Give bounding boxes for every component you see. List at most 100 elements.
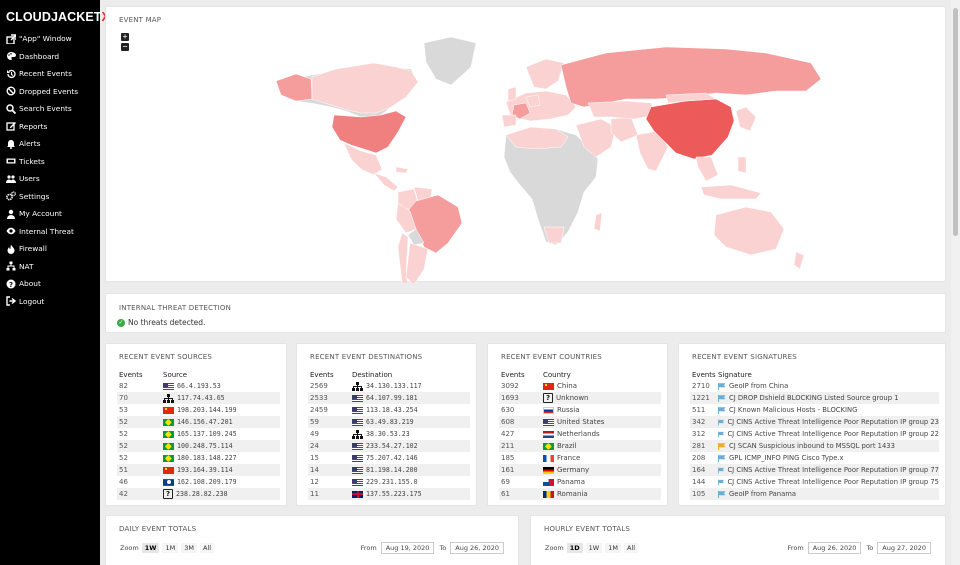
nav-item-alerts[interactable]: Alerts — [0, 135, 100, 153]
zoom-all-button[interactable]: All — [199, 543, 215, 553]
table-row[interactable]: 312 CJ CINS Active Threat Intelligence Po… — [690, 428, 939, 440]
table-row[interactable]: 630 Russia — [499, 404, 661, 416]
row-value[interactable]: 193.164.39.114 — [177, 466, 233, 474]
row-value[interactable]: 137.55.223.175 — [366, 490, 422, 498]
row-value[interactable]: Brazil — [557, 442, 577, 450]
row-value[interactable]: GeoIP from Panama — [729, 490, 796, 498]
alaska-region[interactable] — [275, 73, 313, 102]
zoom-1m-button[interactable]: 1M — [605, 543, 621, 553]
zoom-1w-button[interactable]: 1W — [141, 543, 160, 553]
row-value[interactable]: 113.18.43.254 — [366, 406, 418, 414]
table-row[interactable]: 59 63.49.83.219 — [308, 416, 470, 428]
table-row[interactable]: 342 CJ CINS Active Threat Intelligence Po… — [690, 416, 939, 428]
table-row[interactable]: 2569 34.130.133.117 — [308, 380, 470, 392]
nav-item-search-events[interactable]: Search Events — [0, 100, 100, 118]
page-scrollbar[interactable] — [951, 0, 960, 565]
row-value[interactable]: 146.156.47.201 — [177, 418, 233, 426]
table-row[interactable]: 511 CJ Known Malicious Hosts - BLOCKING — [690, 404, 939, 416]
table-row[interactable]: 52 180.183.148.227 — [117, 452, 280, 464]
nav-item-nat[interactable]: NAT — [0, 258, 100, 276]
row-value[interactable]: Panama — [557, 478, 585, 486]
nav-item-internal-threat[interactable]: Internal Threat — [0, 223, 100, 241]
southeast-asia-region[interactable] — [695, 156, 719, 182]
table-row[interactable]: 208 GPL ICMP_INFO PING Cisco Type.x — [690, 452, 939, 464]
nav-item-firewall[interactable]: Firewall — [0, 240, 100, 258]
row-value[interactable]: CJ SCAN Suspicious inbound to MSSQL port… — [729, 442, 895, 450]
row-value[interactable]: Russia — [557, 406, 580, 414]
nav-item-logout[interactable]: Logout — [0, 293, 100, 311]
central-america-region[interactable] — [373, 172, 399, 192]
argentina-region[interactable] — [405, 242, 429, 283]
table-row[interactable]: 52 165.137.109.245 — [117, 428, 280, 440]
caribbean-region[interactable] — [395, 166, 409, 174]
nav-item-app-window[interactable]: "App" Window — [0, 30, 100, 48]
indonesia-region[interactable] — [700, 184, 762, 200]
table-row[interactable]: 51 193.164.39.114 — [117, 464, 280, 476]
philippines-region[interactable] — [737, 156, 747, 174]
nav-item-tickets[interactable]: Tickets — [0, 153, 100, 171]
table-row[interactable]: 281 CJ SCAN Suspicious inbound to MSSQL p… — [690, 440, 939, 452]
nav-item-my-account[interactable]: My Account — [0, 205, 100, 223]
new-zealand-region[interactable] — [793, 251, 805, 270]
row-value[interactable]: 75.207.42.146 — [366, 454, 418, 462]
world-map[interactable] — [106, 7, 947, 283]
row-value[interactable]: 34.130.133.117 — [366, 382, 422, 390]
row-value[interactable]: United States — [557, 418, 604, 426]
nav-item-settings[interactable]: Settings — [0, 188, 100, 206]
row-value[interactable]: 38.30.53.23 — [366, 430, 410, 438]
table-row[interactable]: 69 Panama — [499, 476, 661, 488]
nav-item-dropped-events[interactable]: Dropped Events — [0, 83, 100, 101]
row-value[interactable]: 162.108.209.179 — [177, 478, 237, 486]
row-value[interactable]: 165.137.109.245 — [177, 430, 237, 438]
nav-item-reports[interactable]: Reports — [0, 118, 100, 136]
greenland-region[interactable] — [423, 36, 477, 86]
zoom-1w-button[interactable]: 1W — [585, 543, 603, 553]
row-value[interactable]: 63.49.83.219 — [366, 418, 414, 426]
central-asia-region[interactable] — [587, 100, 657, 120]
uk-region[interactable] — [507, 86, 517, 102]
row-value[interactable]: GPL ICMP_INFO PING Cisco Type.x — [729, 454, 844, 462]
zoom-3m-button[interactable]: 3M — [181, 543, 197, 553]
row-value[interactable]: 100.248.75.114 — [177, 442, 233, 450]
row-value[interactable]: 64.107.99.181 — [366, 394, 418, 402]
table-row[interactable]: 53 198.203.144.199 — [117, 404, 280, 416]
table-row[interactable]: 2533 64.107.99.181 — [308, 392, 470, 404]
row-value[interactable]: CJ CINS Active Threat Intelligence Poor … — [727, 478, 939, 486]
row-value[interactable]: 229.231.155.0 — [366, 478, 418, 486]
australia-region[interactable] — [713, 206, 785, 256]
iran-region[interactable] — [610, 116, 639, 143]
table-row[interactable]: 144 CJ CINS Active Threat Intelligence Po… — [690, 476, 939, 488]
to-date-input[interactable]: Aug 27, 2020 — [877, 542, 931, 554]
from-date-input[interactable]: Aug 26, 2020 — [807, 542, 862, 554]
table-row[interactable]: 1221 CJ DROP Dshield BLOCKING Listed Sour… — [690, 392, 939, 404]
table-row[interactable]: 15 75.207.42.146 — [308, 452, 470, 464]
zoom-1m-button[interactable]: 1M — [162, 543, 179, 553]
scandinavia-region[interactable] — [525, 58, 565, 90]
row-value[interactable]: China — [557, 382, 577, 390]
to-date-input[interactable]: Aug 26, 2020 — [450, 542, 504, 554]
table-row[interactable]: 49 38.30.53.23 — [308, 428, 470, 440]
row-value[interactable]: Germany — [557, 466, 589, 474]
row-value[interactable]: France — [557, 454, 580, 462]
table-row[interactable]: 46 162.108.209.179 — [117, 476, 280, 488]
nav-item-recent-events[interactable]: Recent Events — [0, 65, 100, 83]
row-value[interactable]: CJ DROP Dshield BLOCKING Listed Source g… — [729, 394, 899, 402]
row-value[interactable]: 66.4.193.53 — [177, 382, 221, 390]
row-value[interactable]: GeoIP from China — [729, 382, 788, 390]
row-value[interactable]: 233.54.27.102 — [366, 442, 418, 450]
table-row[interactable]: 3092 China — [499, 380, 661, 392]
table-row[interactable]: 1693? Unknown — [499, 392, 661, 404]
table-row[interactable]: 52 146.156.47.201 — [117, 416, 280, 428]
row-value[interactable]: 81.198.14.200 — [366, 466, 418, 474]
table-row[interactable]: 11 137.55.223.175 — [308, 488, 470, 500]
scrollbar-thumb[interactable] — [953, 8, 958, 236]
table-row[interactable]: 70 117.74.43.65 — [117, 392, 280, 404]
row-value[interactable]: Netherlands — [557, 430, 600, 438]
row-value[interactable]: Romania — [557, 490, 588, 498]
iberia-region[interactable] — [501, 114, 517, 128]
row-value[interactable]: CJ Known Malicious Hosts - BLOCKING — [729, 406, 857, 414]
zoom-1d-button[interactable]: 1D — [566, 543, 583, 553]
row-value[interactable]: 198.203.144.199 — [177, 406, 237, 414]
usa-region[interactable] — [331, 110, 407, 154]
table-row[interactable]: 61 Romania — [499, 488, 661, 500]
